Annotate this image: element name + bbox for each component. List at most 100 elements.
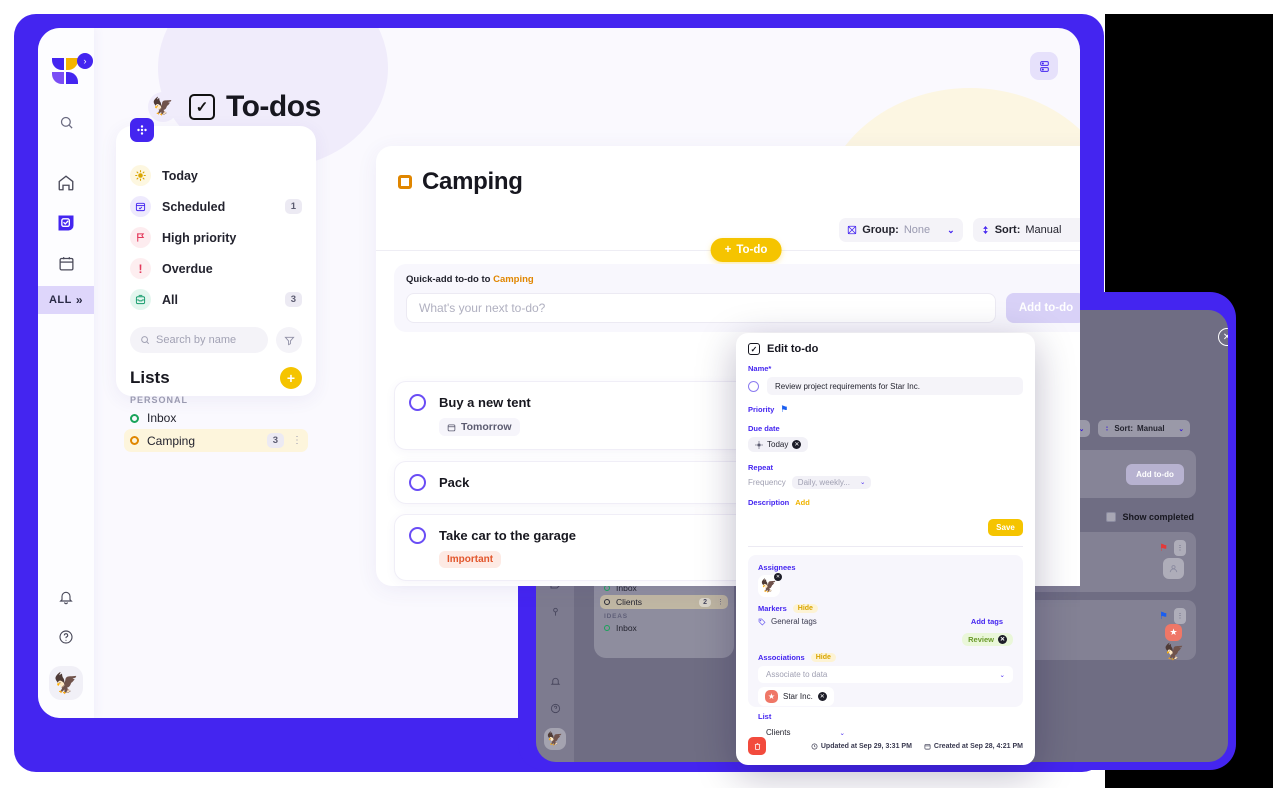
- flag-icon[interactable]: ⚑: [1159, 611, 1168, 622]
- name-input[interactable]: Review project requirements for Star Inc…: [767, 377, 1023, 395]
- assignee-avatar[interactable]: 🦅 ✕: [758, 573, 782, 597]
- checkbox-checked-icon: ✓: [748, 343, 760, 355]
- more-vertical-icon[interactable]: ⋮: [1174, 540, 1186, 556]
- database-list-icon[interactable]: [1030, 52, 1058, 80]
- home-icon[interactable]: [55, 172, 77, 194]
- todo-complete-toggle[interactable]: [409, 394, 426, 411]
- quick-add-label: Quick-add to-do to Camping: [406, 274, 1080, 285]
- save-button[interactable]: Save: [988, 519, 1023, 536]
- user-avatar-mascot: 🦅: [546, 731, 564, 746]
- todo-card[interactable]: Take car to the garage Important: [394, 514, 754, 581]
- todo-complete-toggle[interactable]: [409, 474, 426, 491]
- priority-label: Priority: [748, 405, 775, 414]
- apps-grid-icon[interactable]: [130, 118, 154, 142]
- list-dot-icon: [604, 625, 610, 631]
- more-vertical-icon[interactable]: ⋮: [1174, 608, 1186, 624]
- remove-circle-icon[interactable]: ✕: [774, 573, 782, 581]
- general-tags-label: General tags: [771, 617, 817, 626]
- sort-dropdown[interactable]: Sort: Manual ⌄: [1098, 420, 1190, 437]
- sidebar-item-overdue[interactable]: ! Overdue: [116, 253, 316, 284]
- list-item-inbox[interactable]: Inbox: [124, 407, 308, 429]
- todo-row: Pack: [409, 474, 739, 491]
- tag-label: Review: [968, 635, 994, 644]
- todo-row: Buy a new tent: [409, 394, 739, 411]
- sidebar-item-scheduled[interactable]: Scheduled 1: [116, 191, 316, 222]
- checkbox-icon[interactable]: [1106, 512, 1117, 522]
- filter-funnel-icon[interactable]: [276, 327, 302, 353]
- markers-hide-button[interactable]: Hide: [792, 604, 818, 613]
- search-input[interactable]: Search by name: [130, 327, 268, 353]
- todos-icon[interactable]: [55, 212, 77, 234]
- pin-icon[interactable]: [548, 604, 563, 619]
- trash-icon[interactable]: [748, 737, 766, 755]
- list-square-icon: [398, 175, 412, 189]
- todo-card[interactable]: Pack: [394, 461, 754, 504]
- add-description-button[interactable]: Add: [795, 498, 810, 507]
- more-vertical-icon[interactable]: ⋮: [292, 435, 302, 446]
- sidebar-item-today[interactable]: Today: [116, 160, 316, 191]
- show-completed-toggle[interactable]: Show completed: [1106, 512, 1194, 522]
- assignee-avatar-mascot[interactable]: 🦅: [1164, 642, 1184, 662]
- sun-icon: [130, 165, 151, 186]
- bell-icon[interactable]: [55, 586, 77, 608]
- chevron-down-icon: ⌄: [859, 479, 866, 486]
- sidebar-item-all[interactable]: All 3: [116, 284, 316, 315]
- list-item-camping[interactable]: Camping 3 ⋮: [124, 429, 308, 452]
- flag-icon: [130, 227, 151, 248]
- flag-icon[interactable]: ⚑: [780, 404, 788, 415]
- more-vertical-icon[interactable]: ⋮: [717, 598, 724, 606]
- clock-icon: [811, 743, 818, 749]
- remove-circle-icon[interactable]: ✕: [817, 692, 827, 701]
- logo-mark[interactable]: ›: [52, 53, 93, 86]
- list-toolbar: Group: None ⌄ Sort: Manual ⌄: [839, 218, 1080, 242]
- list-item-inbox-ideas[interactable]: Inbox: [600, 621, 728, 635]
- todo-complete-toggle[interactable]: [409, 527, 426, 544]
- sidebar-item-high-priority[interactable]: High priority: [116, 222, 316, 253]
- search-icon[interactable]: [50, 106, 82, 138]
- lists-header: Lists +: [130, 367, 302, 389]
- inbox-all-icon: [130, 289, 151, 310]
- page-title: To-dos: [226, 90, 321, 123]
- avatar[interactable]: 🦅: [49, 666, 83, 700]
- mascot-bird-icon: 🦅: [148, 92, 178, 122]
- quick-add-placeholder: What's your next to-do?: [419, 301, 546, 315]
- help-icon[interactable]: [55, 626, 77, 648]
- flag-icon[interactable]: ⚑: [1159, 543, 1168, 554]
- associations-hide-button[interactable]: Hide: [810, 653, 836, 662]
- associate-dropdown[interactable]: Associate to data ⌄: [758, 666, 1013, 683]
- quick-add-input[interactable]: What's your next to-do?: [406, 293, 996, 323]
- name-label: Name*: [748, 364, 772, 373]
- add-list-button[interactable]: +: [280, 367, 302, 389]
- search-placeholder: Search by name: [156, 334, 237, 346]
- add-tags-button[interactable]: Add tags: [971, 617, 1003, 626]
- calendar-icon: [924, 743, 931, 749]
- sidebar-item-count: 1: [284, 199, 302, 214]
- add-todo-button[interactable]: Add to-do: [1006, 293, 1080, 323]
- frequency-dropdown[interactable]: Daily, weekly... ⌄: [791, 475, 872, 489]
- due-date-chip[interactable]: Today ✕: [748, 437, 809, 452]
- remove-circle-icon[interactable]: ✕: [998, 635, 1007, 644]
- avatar[interactable]: 🦅: [544, 728, 566, 750]
- help-icon[interactable]: [548, 701, 563, 716]
- association-chip[interactable]: ★ Star Inc. ✕: [758, 687, 834, 706]
- todo-name: Take car to the garage: [439, 528, 577, 543]
- assignee-avatar[interactable]: [1163, 558, 1184, 579]
- list-item-label: Camping: [147, 433, 196, 448]
- todo-complete-toggle[interactable]: [748, 380, 759, 392]
- frequency-value: Daily, weekly...: [797, 477, 850, 487]
- calendar-icon[interactable]: [55, 252, 77, 274]
- checkbox-checked-icon: ✓: [189, 94, 215, 120]
- add-todo-pill-button[interactable]: + To-do: [710, 238, 782, 262]
- rail-all-button[interactable]: ALL »: [38, 286, 94, 314]
- tag-chip[interactable]: Review ✕: [962, 633, 1013, 646]
- expand-sidebar-icon[interactable]: ›: [77, 53, 93, 69]
- bell-icon[interactable]: [548, 674, 563, 689]
- remove-circle-icon[interactable]: ✕: [792, 440, 802, 449]
- list-item-clients[interactable]: Clients 2 ⋮: [600, 595, 728, 609]
- sidebar-item-label: Today: [162, 168, 198, 183]
- add-todo-button[interactable]: Add to-do: [1126, 464, 1184, 485]
- modal-header: ✓ Edit to-do: [748, 343, 1023, 355]
- sort-dropdown[interactable]: Sort: Manual ⌄: [972, 218, 1080, 242]
- group-dropdown[interactable]: Group: None ⌄: [839, 218, 963, 242]
- todo-card[interactable]: Buy a new tent Tomorrow: [394, 381, 754, 450]
